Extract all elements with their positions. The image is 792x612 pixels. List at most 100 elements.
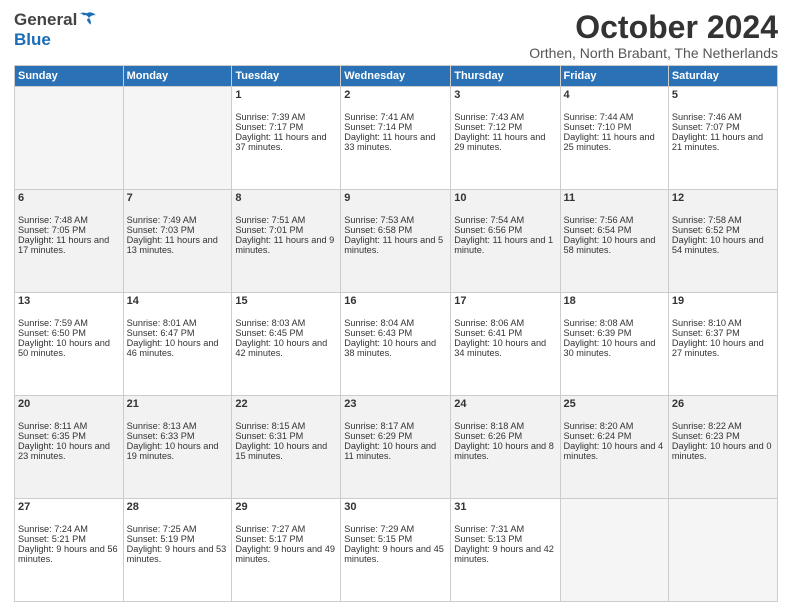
title-area: October 2024 Orthen, North Brabant, The …: [529, 10, 778, 61]
daylight-text: Daylight: 9 hours and 42 minutes.: [454, 544, 554, 564]
day-number: 28: [127, 501, 229, 513]
sunrise-text: Sunrise: 7:58 AM: [672, 215, 742, 225]
day-cell: 12Sunrise: 7:58 AMSunset: 6:52 PMDayligh…: [668, 190, 777, 293]
day-number: 16: [344, 295, 447, 307]
day-number: 26: [672, 398, 774, 410]
day-number: 14: [127, 295, 229, 307]
sunrise-text: Sunrise: 8:01 AM: [127, 318, 197, 328]
sunrise-text: Sunrise: 7:29 AM: [344, 524, 414, 534]
daylight-text: Daylight: 10 hours and 15 minutes.: [235, 441, 327, 461]
sunset-text: Sunset: 6:41 PM: [454, 328, 522, 338]
day-number: 11: [564, 192, 665, 204]
day-number: 9: [344, 192, 447, 204]
daylight-text: Daylight: 11 hours and 1 minute.: [454, 235, 553, 255]
daylight-text: Daylight: 9 hours and 56 minutes.: [18, 544, 118, 564]
day-cell: 13Sunrise: 7:59 AMSunset: 6:50 PMDayligh…: [15, 293, 124, 396]
day-cell: 21Sunrise: 8:13 AMSunset: 6:33 PMDayligh…: [123, 396, 232, 499]
day-cell: 30Sunrise: 7:29 AMSunset: 5:15 PMDayligh…: [341, 499, 451, 602]
sunrise-text: Sunrise: 7:54 AM: [454, 215, 524, 225]
day-number: 29: [235, 501, 337, 513]
day-number: 2: [344, 89, 447, 101]
day-cell: 2Sunrise: 7:41 AMSunset: 7:14 PMDaylight…: [341, 87, 451, 190]
day-number: 20: [18, 398, 120, 410]
sunrise-text: Sunrise: 7:43 AM: [454, 112, 524, 122]
sunset-text: Sunset: 6:43 PM: [344, 328, 412, 338]
sunrise-text: Sunrise: 8:15 AM: [235, 421, 305, 431]
sunset-text: Sunset: 5:19 PM: [127, 534, 195, 544]
day-number: 21: [127, 398, 229, 410]
daylight-text: Daylight: 11 hours and 21 minutes.: [672, 132, 763, 152]
daylight-text: Daylight: 10 hours and 50 minutes.: [18, 338, 110, 358]
day-cell: [560, 499, 668, 602]
daylight-text: Daylight: 10 hours and 46 minutes.: [127, 338, 219, 358]
day-number: 4: [564, 89, 665, 101]
logo-blue: Blue: [14, 30, 51, 50]
daylight-text: Daylight: 10 hours and 34 minutes.: [454, 338, 546, 358]
sunrise-text: Sunrise: 8:17 AM: [344, 421, 414, 431]
bird-icon: [77, 10, 97, 30]
day-cell: 22Sunrise: 8:15 AMSunset: 6:31 PMDayligh…: [232, 396, 341, 499]
daylight-text: Daylight: 11 hours and 9 minutes.: [235, 235, 334, 255]
day-number: 27: [18, 501, 120, 513]
daylight-text: Daylight: 11 hours and 13 minutes.: [127, 235, 218, 255]
calendar-table: SundayMondayTuesdayWednesdayThursdayFrid…: [14, 65, 778, 602]
sunrise-text: Sunrise: 7:51 AM: [235, 215, 305, 225]
daylight-text: Daylight: 10 hours and 27 minutes.: [672, 338, 764, 358]
sunset-text: Sunset: 5:17 PM: [235, 534, 303, 544]
sunset-text: Sunset: 7:05 PM: [18, 225, 86, 235]
day-number: 18: [564, 295, 665, 307]
logo: General Blue: [14, 10, 97, 50]
sunrise-text: Sunrise: 8:03 AM: [235, 318, 305, 328]
daylight-text: Daylight: 9 hours and 53 minutes.: [127, 544, 227, 564]
day-cell: 28 Sunrise: 7:25 AMSunset: 5:19 PMDayligh…: [123, 499, 232, 602]
day-number: 15: [235, 295, 337, 307]
day-cell: 1Sunrise: 7:39 AMSunset: 7:17 PMDaylight…: [232, 87, 341, 190]
week-row: 13Sunrise: 7:59 AMSunset: 6:50 PMDayligh…: [15, 293, 778, 396]
sunrise-text: Sunrise: 7:31 AM: [454, 524, 524, 534]
sunrise-text: Sunrise: 8:06 AM: [454, 318, 524, 328]
day-number: 17: [454, 295, 556, 307]
sunset-text: Sunset: 7:10 PM: [564, 122, 632, 132]
day-header: Tuesday: [232, 66, 341, 87]
day-cell: 10Sunrise: 7:54 AMSunset: 6:56 PMDayligh…: [451, 190, 560, 293]
sunrise-text: Sunrise: 8:08 AM: [564, 318, 634, 328]
sunrise-text: Sunrise: 7:25 AM: [127, 524, 197, 534]
sunrise-text: Sunrise: 8:22 AM: [672, 421, 742, 431]
sunset-text: Sunset: 5:15 PM: [344, 534, 412, 544]
daylight-text: Daylight: 10 hours and 11 minutes.: [344, 441, 436, 461]
day-number: 31: [454, 501, 556, 513]
daylight-text: Daylight: 10 hours and 23 minutes.: [18, 441, 110, 461]
day-header: Wednesday: [341, 66, 451, 87]
week-row: 1Sunrise: 7:39 AMSunset: 7:17 PMDaylight…: [15, 87, 778, 190]
day-cell: 16Sunrise: 8:04 AMSunset: 6:43 PMDayligh…: [341, 293, 451, 396]
sunrise-text: Sunrise: 7:53 AM: [344, 215, 414, 225]
day-cell: 4Sunrise: 7:44 AMSunset: 7:10 PMDaylight…: [560, 87, 668, 190]
sunrise-text: Sunrise: 8:20 AM: [564, 421, 634, 431]
day-cell: 24Sunrise: 8:18 AMSunset: 6:26 PMDayligh…: [451, 396, 560, 499]
sunset-text: Sunset: 6:29 PM: [344, 431, 412, 441]
day-cell: 26Sunrise: 8:22 AMSunset: 6:23 PMDayligh…: [668, 396, 777, 499]
sunset-text: Sunset: 6:37 PM: [672, 328, 740, 338]
header: General Blue October 2024 Orthen, North …: [14, 10, 778, 61]
sunrise-text: Sunrise: 8:11 AM: [18, 421, 87, 431]
sunset-text: Sunset: 5:21 PM: [18, 534, 86, 544]
week-row: 27Sunrise: 7:24 AMSunset: 5:21 PMDayligh…: [15, 499, 778, 602]
daylight-text: Daylight: 11 hours and 33 minutes.: [344, 132, 435, 152]
daylight-text: Daylight: 10 hours and 0 minutes.: [672, 441, 772, 461]
sunrise-text: Sunrise: 8:13 AM: [127, 421, 197, 431]
daylight-text: Daylight: 11 hours and 37 minutes.: [235, 132, 326, 152]
sunrise-text: Sunrise: 7:46 AM: [672, 112, 742, 122]
week-row: 20Sunrise: 8:11 AMSunset: 6:35 PMDayligh…: [15, 396, 778, 499]
day-cell: 17 Sunrise: 8:06 AMSunset: 6:41 PMDayligh…: [451, 293, 560, 396]
sunset-text: Sunset: 7:03 PM: [127, 225, 195, 235]
sunrise-text: Sunrise: 7:27 AM: [235, 524, 305, 534]
day-cell: 23Sunrise: 8:17 AMSunset: 6:29 PMDayligh…: [341, 396, 451, 499]
sunset-text: Sunset: 6:52 PM: [672, 225, 740, 235]
sunset-text: Sunset: 6:26 PM: [454, 431, 522, 441]
day-cell: [668, 499, 777, 602]
daylight-text: Daylight: 9 hours and 45 minutes.: [344, 544, 444, 564]
day-number: 6: [18, 192, 120, 204]
month-title: October 2024: [529, 10, 778, 45]
sunset-text: Sunset: 6:56 PM: [454, 225, 522, 235]
sunset-text: Sunset: 6:24 PM: [564, 431, 632, 441]
